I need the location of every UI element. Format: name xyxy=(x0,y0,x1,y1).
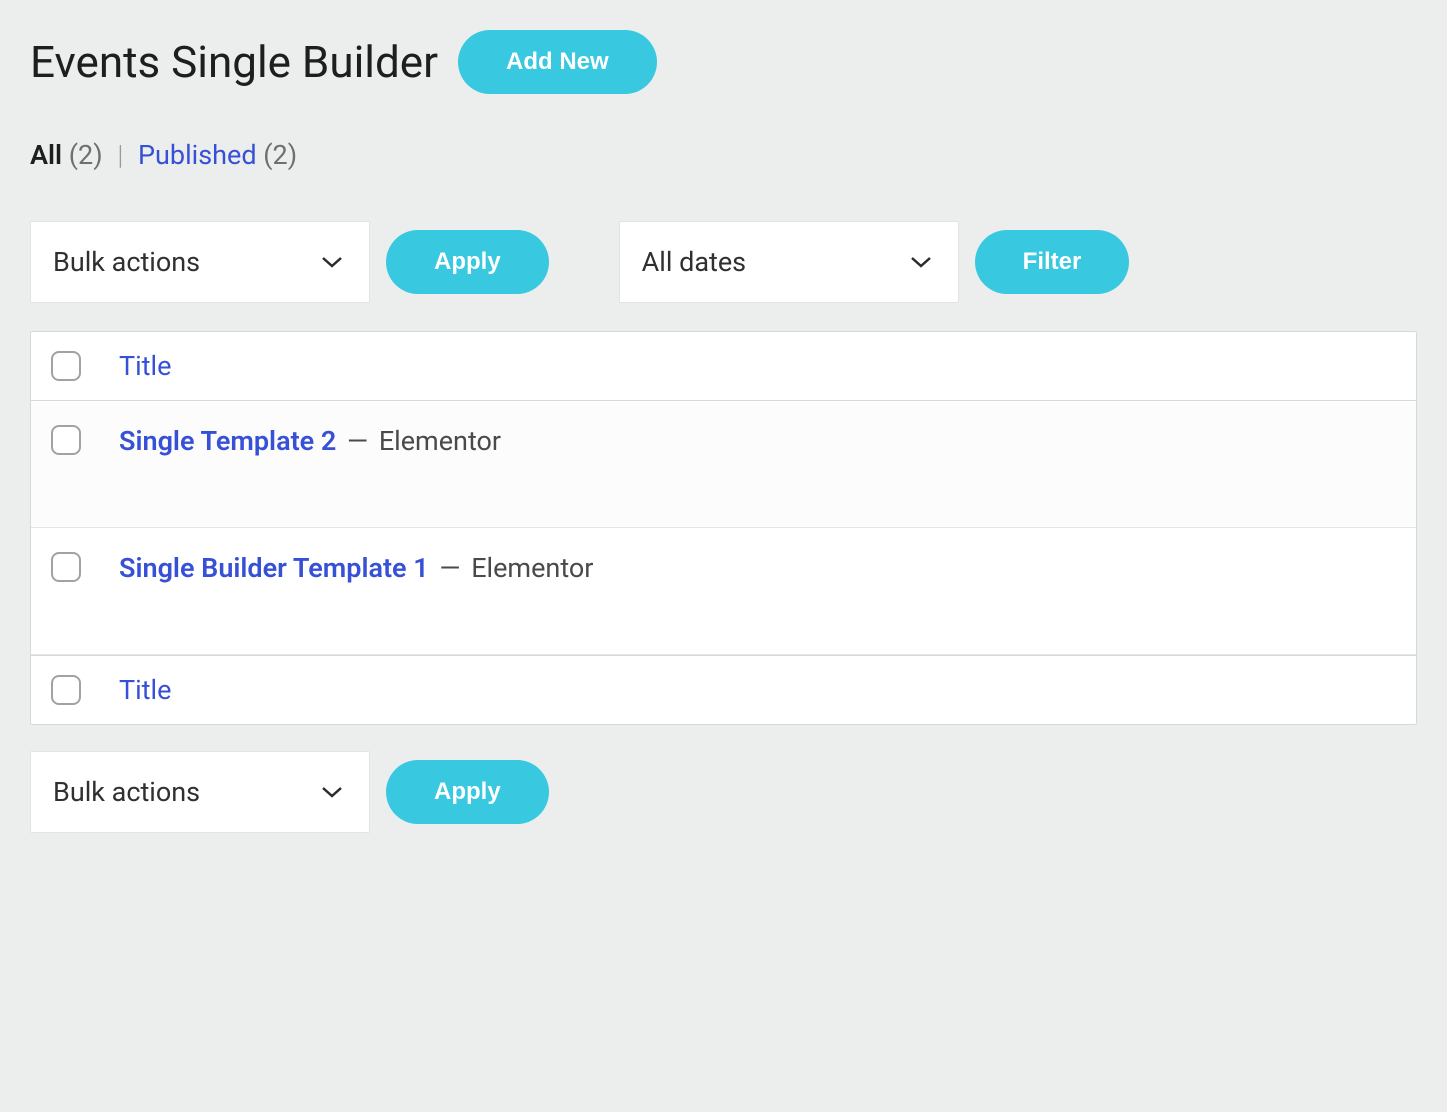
bulk-actions-label-bottom: Bulk actions xyxy=(53,776,200,808)
page-title: Events Single Builder xyxy=(30,36,438,88)
row-title-cell: Single Template 2 — Elementor xyxy=(119,425,501,457)
row-checkbox[interactable] xyxy=(51,552,81,582)
table-row: Single Builder Template 1 — Elementor xyxy=(31,528,1416,655)
filter-published-label: Published xyxy=(138,139,257,171)
bulk-actions-select[interactable]: Bulk actions xyxy=(30,221,370,303)
filter-all-label: All xyxy=(30,139,62,171)
row-title-meta: Elementor xyxy=(379,425,501,457)
date-filter-select[interactable]: All dates xyxy=(619,221,959,303)
apply-bottom-button[interactable]: Apply xyxy=(386,760,549,824)
chevron-down-icon xyxy=(910,255,932,269)
filter-all-count: (2) xyxy=(69,139,103,171)
row-title-link[interactable]: Single Template 2 xyxy=(119,425,336,457)
row-title-meta: Elementor xyxy=(471,552,593,584)
date-filter-label: All dates xyxy=(642,246,746,278)
chevron-down-icon xyxy=(321,255,343,269)
select-all-checkbox[interactable] xyxy=(51,351,81,381)
row-title-dash: — xyxy=(439,552,460,584)
row-checkbox[interactable] xyxy=(51,425,81,455)
select-all-checkbox-footer[interactable] xyxy=(51,675,81,705)
status-filter: All (2) | Published (2) xyxy=(30,139,1417,171)
bulk-actions-label: Bulk actions xyxy=(53,246,200,278)
row-title-link[interactable]: Single Builder Template 1 xyxy=(119,552,429,584)
table-footer: Title xyxy=(31,655,1416,724)
templates-table: Title Single Template 2 — Elementor Sing… xyxy=(30,331,1417,725)
row-title-cell: Single Builder Template 1 — Elementor xyxy=(119,552,593,584)
filter-published-count: (2) xyxy=(263,139,297,171)
filter-published-link[interactable]: Published (2) xyxy=(138,139,297,171)
chevron-down-icon xyxy=(321,785,343,799)
apply-top-button[interactable]: Apply xyxy=(386,230,549,294)
row-title-dash: — xyxy=(347,425,368,457)
add-new-button[interactable]: Add New xyxy=(458,30,657,94)
filter-separator: | xyxy=(117,139,123,171)
filter-all-link[interactable]: All (2) xyxy=(30,139,109,171)
table-row: Single Template 2 — Elementor xyxy=(31,401,1416,528)
column-header-title[interactable]: Title xyxy=(119,350,171,382)
filter-button[interactable]: Filter xyxy=(975,230,1130,294)
table-header: Title xyxy=(31,332,1416,401)
column-footer-title[interactable]: Title xyxy=(119,674,171,706)
bulk-actions-select-bottom[interactable]: Bulk actions xyxy=(30,751,370,833)
